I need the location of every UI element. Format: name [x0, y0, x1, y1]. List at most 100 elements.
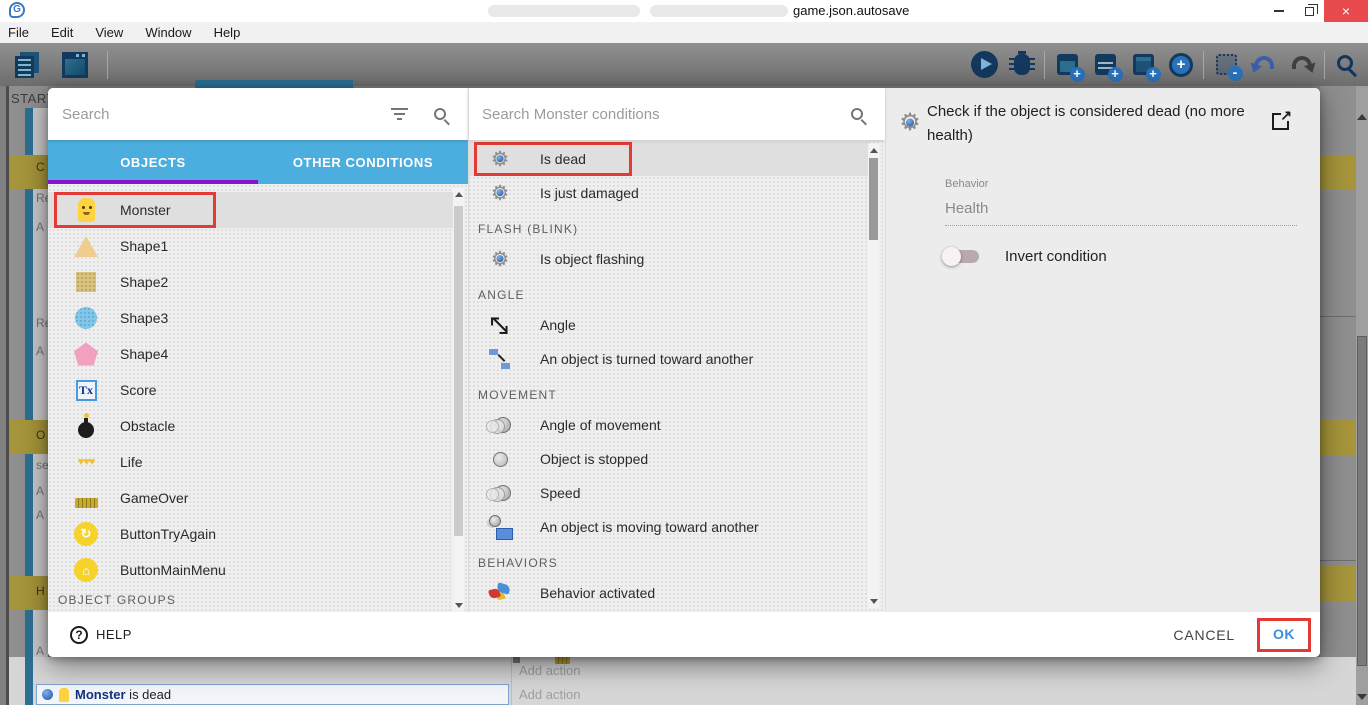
search-icon[interactable] — [851, 108, 863, 120]
condition-list-item[interactable]: Is just damaged — [468, 176, 885, 210]
add-external-layout-icon: + — [1133, 54, 1154, 75]
event-group-row — [1320, 566, 1356, 601]
scroll-down-arrow[interactable] — [455, 603, 463, 608]
toolbar-separator — [1203, 51, 1204, 79]
object-list-item[interactable]: Obstacle — [48, 408, 468, 444]
add-external-layout-button[interactable]: + — [1124, 47, 1162, 83]
condition-label: Is object flashing — [540, 251, 644, 267]
scroll-up-arrow[interactable] — [455, 192, 463, 197]
scroll-up-arrow[interactable] — [1357, 114, 1367, 120]
titlebar: G game.json.autosave × — [0, 0, 1368, 22]
restore-icon — [1305, 7, 1314, 16]
object-list-item[interactable]: Shape3 — [48, 300, 468, 336]
object-groups-header: OBJECT GROUPS — [48, 593, 468, 607]
object-list-item[interactable]: Shape2 — [48, 264, 468, 300]
condition-list-item[interactable]: Speed — [468, 476, 885, 510]
scene-editor-button[interactable] — [56, 47, 94, 83]
debug-button[interactable] — [1003, 47, 1041, 83]
add-external-events-button[interactable]: + — [1086, 47, 1124, 83]
window-title: game.json.autosave — [793, 3, 909, 18]
search-button[interactable] — [1328, 47, 1366, 83]
condition-list-item[interactable]: Angle — [468, 308, 885, 342]
object-label: Shape1 — [120, 238, 168, 254]
event-text-fragment: A — [36, 644, 44, 658]
condition-list-item[interactable]: Object is stopped — [468, 442, 885, 476]
object-list-item[interactable]: Shape1 — [48, 228, 468, 264]
triangle-icon — [72, 232, 100, 260]
monster-mini-icon — [59, 688, 69, 702]
puzzle-icon — [486, 579, 514, 607]
object-list-scrollbar[interactable] — [453, 188, 464, 612]
condition-list-item[interactable]: An object is turned toward another — [468, 342, 885, 376]
tab-objects[interactable]: OBJECTS — [48, 140, 258, 184]
event-indent-bar — [25, 108, 33, 657]
object-label: Obstacle — [120, 418, 175, 434]
add-object-button[interactable]: + — [1048, 47, 1086, 83]
scroll-down-arrow[interactable] — [870, 599, 878, 604]
menu-view[interactable]: View — [84, 25, 134, 40]
minimize-button[interactable] — [1264, 0, 1294, 22]
object-label: Life — [120, 454, 143, 470]
tab-other-conditions[interactable]: OTHER CONDITIONS — [258, 140, 468, 184]
behavior-field-label: Behavior — [945, 178, 988, 190]
search-icon[interactable] — [434, 108, 446, 120]
condition-search-bar — [468, 88, 885, 140]
preview-button[interactable] — [965, 47, 1003, 83]
filter-icon[interactable] — [391, 108, 408, 121]
condition-list-item[interactable]: Behavior activated — [468, 576, 885, 610]
object-list-item[interactable]: ButtonMainMenu — [48, 552, 468, 588]
redo-button[interactable] — [1283, 47, 1321, 83]
menu-help[interactable]: Help — [203, 25, 252, 40]
object-label: Shape4 — [120, 346, 168, 362]
menu-window[interactable]: Window — [134, 25, 202, 40]
condition-list-item[interactable]: An object is moving toward another — [468, 510, 885, 544]
restore-button[interactable] — [1294, 0, 1324, 22]
cancel-button[interactable]: CANCEL — [1173, 627, 1235, 643]
scroll-up-arrow[interactable] — [870, 148, 878, 153]
add-extension-button[interactable]: + — [1162, 47, 1200, 83]
add-extension-icon: + — [1169, 53, 1193, 77]
scrollbar-thumb[interactable] — [454, 206, 463, 536]
ok-button[interactable]: OK — [1273, 626, 1295, 642]
object-list-item[interactable]: Score — [48, 372, 468, 408]
chooser-tabs: OBJECTS OTHER CONDITIONS — [48, 140, 468, 184]
redo-icon — [1292, 56, 1312, 69]
scrollbar-thumb[interactable] — [869, 158, 878, 240]
object-label: Monster — [120, 202, 171, 218]
object-search-input[interactable] — [48, 106, 391, 123]
condition-label: Speed — [540, 485, 580, 501]
object-list-item[interactable]: ButtonTryAgain — [48, 516, 468, 552]
scroll-down-arrow[interactable] — [1357, 694, 1367, 700]
project-manager-button[interactable] — [8, 47, 46, 83]
scrollbar-thumb[interactable] — [1357, 336, 1367, 666]
condition-action-divider — [511, 657, 512, 705]
dialog-footer: ? HELP CANCEL OK — [48, 612, 1320, 657]
panel-divider — [885, 88, 886, 612]
undo-button[interactable] — [1245, 47, 1283, 83]
condition-list-item[interactable]: Angle of movement — [468, 408, 885, 442]
object-chooser-panel: OBJECTS OTHER CONDITIONS Monster Shape1 Sh… — [48, 88, 468, 612]
event-text-fragment: A — [36, 484, 44, 498]
menu-file[interactable]: File — [0, 25, 40, 40]
condition-search-input[interactable] — [468, 106, 851, 123]
condition-label: Angle — [540, 317, 576, 333]
invert-condition-toggle[interactable] — [945, 250, 979, 263]
condition-list-item[interactable]: Is object flashing — [468, 242, 885, 276]
object-list-item[interactable]: Monster — [48, 192, 453, 228]
remove-button[interactable]: - — [1207, 47, 1245, 83]
object-list-item[interactable]: Life — [48, 444, 468, 480]
toolbar-separator — [107, 51, 108, 79]
close-button[interactable]: × — [1324, 0, 1368, 22]
object-label: Shape3 — [120, 310, 168, 326]
help-button[interactable]: ? HELP — [70, 626, 132, 644]
condition-list-scrollbar[interactable] — [868, 144, 879, 608]
condition-list-item[interactable]: Is dead — [468, 142, 869, 176]
event-sheet-bottom-rows: Add action Add action Monster is dead — [9, 657, 1356, 705]
open-in-new-button[interactable]: ↗ — [1272, 110, 1292, 130]
bomb-icon — [72, 412, 100, 440]
menu-edit[interactable]: Edit — [40, 25, 84, 40]
toggle-knob[interactable] — [942, 247, 961, 266]
behavior-select[interactable]: Health — [945, 200, 1297, 226]
object-list-item[interactable]: GameOver — [48, 480, 468, 516]
object-list-item[interactable]: Shape4 — [48, 336, 468, 372]
